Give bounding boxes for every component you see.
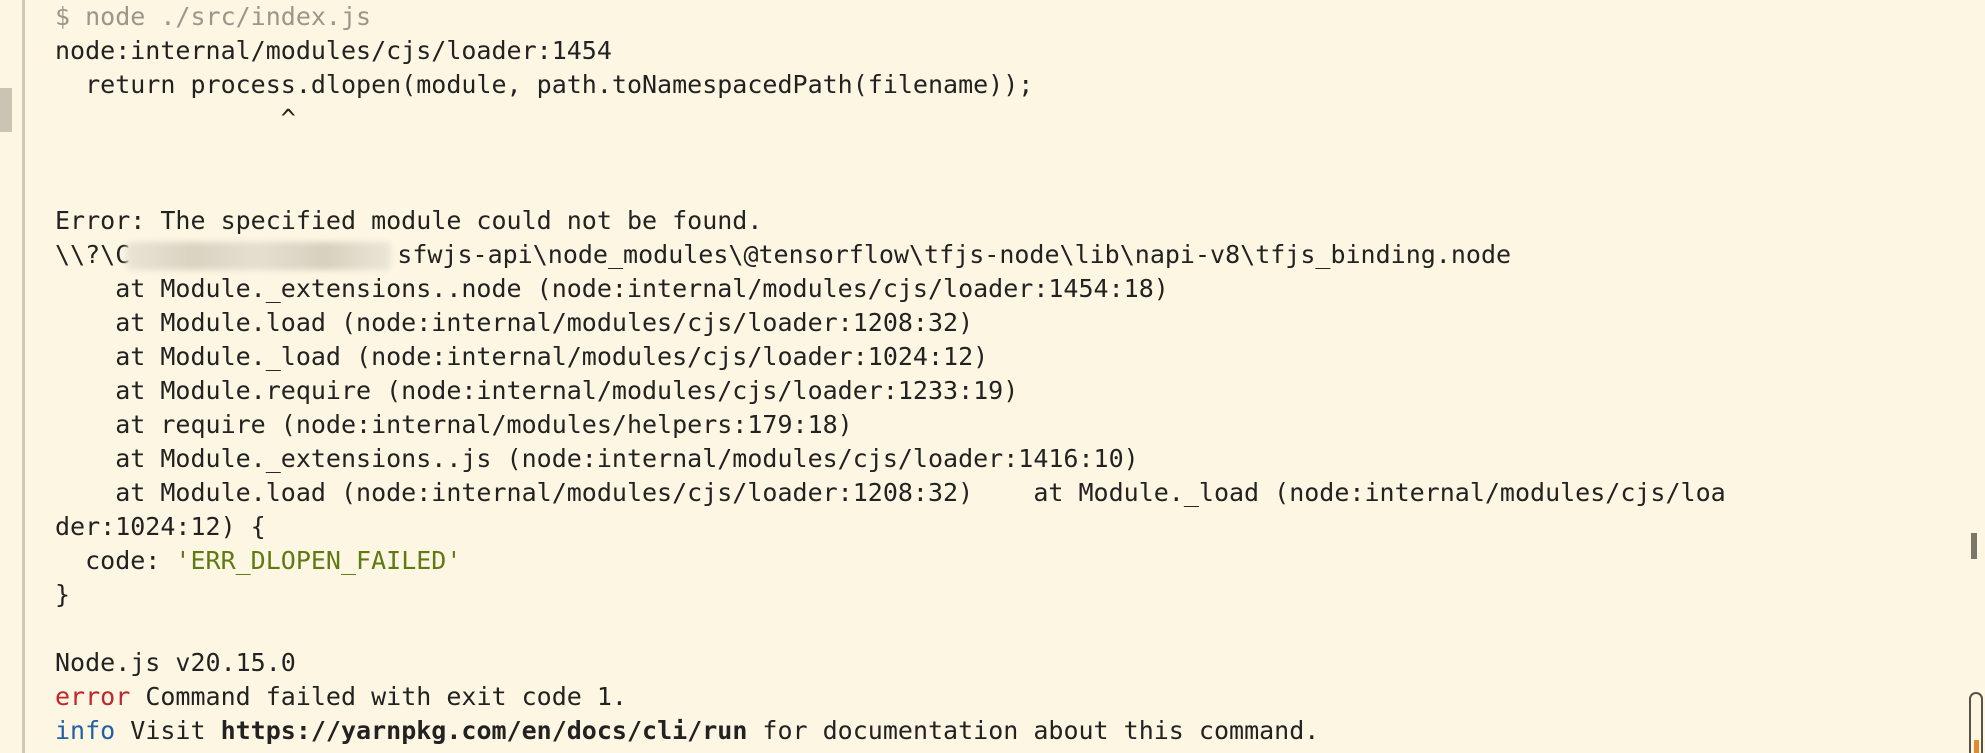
redacted-path-blur <box>126 242 392 270</box>
info-post-text: for documentation about this command. <box>747 716 1320 745</box>
path-prefix: \\?\C <box>55 240 131 269</box>
error-code-line: code: 'ERR_DLOPEN_FAILED' <box>55 544 1955 578</box>
stack-frame-line: at Module.require (node:internal/modules… <box>55 376 1019 405</box>
path-suffix: sfwjs-api\node_modules\@tensorflow\tfjs-… <box>397 240 1512 269</box>
terminal-window: $ node ./src/index.js node:internal/modu… <box>0 0 1985 753</box>
info-pre-text: Visit <box>115 716 221 745</box>
stack-frame-line: at Module._load (node:internal/modules/c… <box>55 342 989 371</box>
stack-frame-line: at Module.load (node:internal/modules/cj… <box>55 308 974 337</box>
code-value: 'ERR_DLOPEN_FAILED' <box>175 546 462 575</box>
error-text: Command failed with exit code 1. <box>130 682 627 711</box>
docs-link[interactable]: https://yarnpkg.com/en/docs/cli/run <box>221 716 748 745</box>
stack-frame-wrap-line: der:1024:12) { <box>55 512 266 541</box>
left-scroll-thumb[interactable] <box>0 88 12 132</box>
output-line: return process.dlopen(module, path.toNam… <box>55 70 1034 99</box>
output-line: node:internal/modules/cjs/loader:1454 <box>55 36 612 65</box>
node-version-line: Node.js v20.15.0 <box>55 648 296 677</box>
scroll-indicator <box>1974 740 1979 753</box>
caret-line: ^ <box>55 104 296 133</box>
stack-frame-line: at Module.load (node:internal/modules/cj… <box>55 478 1726 507</box>
closing-brace-line: } <box>55 580 71 609</box>
command-prompt-line: $ node ./src/index.js <box>55 2 372 31</box>
stack-frame-line: at require (node:internal/modules/helper… <box>55 410 853 439</box>
right-scrollbar[interactable] <box>1965 0 1979 753</box>
stack-frame-line: at Module._extensions..node (node:intern… <box>55 274 1169 303</box>
stack-frame-line: at Module._extensions..js (node:internal… <box>55 444 1139 473</box>
code-key: code: <box>55 546 176 575</box>
error-message-line: Error: The specified module could not be… <box>55 206 763 235</box>
info-label: info <box>55 716 116 745</box>
yarn-error-line: error Command failed with exit code 1. <box>55 680 1955 714</box>
scroll-position-marker <box>1971 533 1977 559</box>
error-label: error <box>55 682 131 711</box>
terminal-output: $ node ./src/index.js node:internal/modu… <box>55 0 1955 748</box>
yarn-info-line: info Visit https://yarnpkg.com/en/docs/c… <box>55 714 1955 748</box>
module-path-line: \\?\C sfwjs-api\node_modules\@tensorflow\… <box>55 238 1955 272</box>
